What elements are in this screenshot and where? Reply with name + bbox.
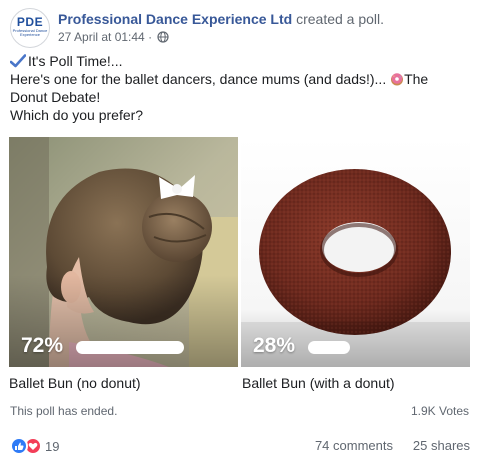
post-body: It's Poll Time!... Here's one for the ba… (10, 52, 470, 124)
donut-icon (391, 73, 404, 86)
poll-bar-fill (76, 341, 184, 354)
reactions[interactable]: 19 (10, 437, 59, 455)
post-text-line-4: Which do you prefer? (10, 107, 144, 123)
author-link[interactable]: Professional Dance Experience Ltd (58, 11, 292, 27)
poll-bar-track (308, 341, 458, 354)
poll-option-label[interactable]: Ballet Bun (with a donut) (242, 375, 395, 391)
avatar-logo-sub: Professional Dance Experience (12, 28, 48, 37)
engagement-bar: 19 74 comments 25 shares (10, 436, 470, 456)
meta-separator: · (144, 30, 156, 44)
shares-link[interactable]: 25 shares (413, 438, 470, 453)
avatar[interactable]: PDE Professional Dance Experience (10, 8, 50, 48)
poll-percent: 28% (253, 334, 296, 357)
poll-bar-fill (308, 341, 350, 354)
comments-link[interactable]: 74 comments (315, 438, 393, 453)
poll-votes[interactable]: 1.9K Votes (411, 404, 469, 418)
like-icon (10, 437, 28, 455)
post-text-line-3: Donut Debate! (10, 89, 101, 105)
poll-percent: 72% (21, 334, 64, 357)
bun-donut-photo (241, 137, 470, 367)
poll-option-with-donut[interactable]: 28% (241, 137, 470, 367)
poll-bar-track (76, 341, 226, 354)
post-text-line-1: It's Poll Time!... (10, 52, 470, 70)
poll-option-no-donut[interactable]: 72% (9, 137, 238, 367)
ballet-bun-photo (9, 137, 238, 367)
poll-option-label[interactable]: Ballet Bun (no donut) (9, 375, 141, 391)
avatar-logo: PDE (16, 15, 44, 29)
post-timestamp[interactable]: 27 April at 01:44 (58, 30, 145, 44)
reaction-count: 19 (45, 439, 60, 454)
author-line: Professional Dance Experience Ltd create… (58, 11, 384, 27)
post-action: created a poll. (296, 11, 385, 27)
post-meta: 27 April at 01:44 · (58, 30, 170, 44)
globe-icon (157, 31, 170, 43)
post-text-line-2: Here's one for the ballet dancers, dance… (10, 71, 429, 87)
poll-status: This poll has ended. (10, 404, 118, 418)
check-icon (10, 54, 26, 68)
post-header: PDE Professional Dance Experience Profes… (10, 8, 470, 48)
